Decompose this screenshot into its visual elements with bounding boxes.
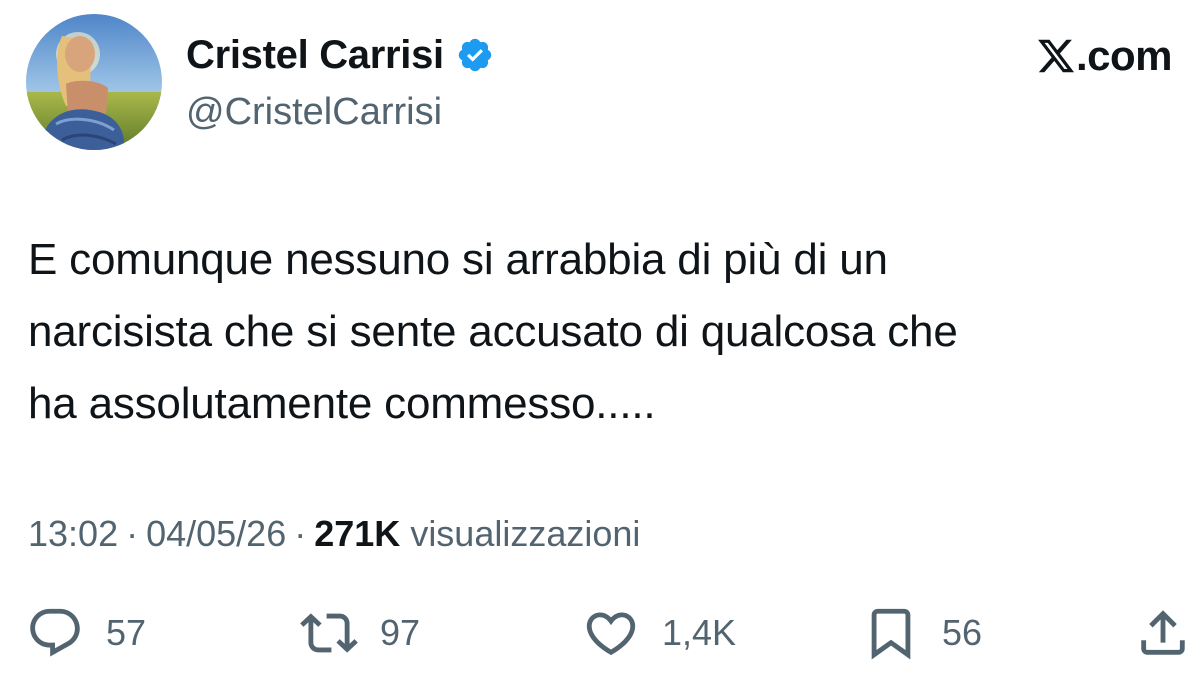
tweet-text: E comunque nessuno si arrabbia di più di… — [28, 224, 1178, 440]
avatar-photo — [26, 14, 162, 150]
retweet-count: 97 — [380, 612, 421, 653]
bookmark-count: 56 — [942, 612, 983, 653]
tweet-text-line: narcisista che si sente accusato di qual… — [28, 307, 958, 356]
views-label: visualizzazioni — [410, 513, 641, 554]
tweet-date[interactable]: 04/05/26 — [146, 513, 286, 554]
retweet-button[interactable]: 97 — [300, 598, 420, 668]
like-button[interactable]: 1,4K — [582, 598, 736, 668]
tweet-text-line: E comunque nessuno si arrabbia di più di… — [28, 235, 888, 284]
x-logo-icon — [1038, 39, 1075, 73]
reply-icon — [30, 608, 80, 657]
meta-separator: · — [294, 513, 307, 554]
tweet-meta: 13:02 · 04/05/26 · 271K visualizzazioni — [28, 508, 640, 560]
avatar[interactable] — [26, 14, 162, 150]
like-count: 1,4K — [662, 612, 737, 653]
reply-button[interactable]: 57 — [26, 598, 146, 668]
tweet-actions-bar: 57 97 1,4K 56 — [0, 598, 1200, 668]
bookmark-button[interactable]: 56 — [862, 598, 982, 668]
bookmark-icon — [871, 608, 911, 660]
meta-separator: · — [126, 513, 139, 554]
author-display-name[interactable]: Cristel Carrisi — [186, 31, 444, 79]
reply-count: 57 — [106, 612, 147, 653]
views-count: 271K — [314, 513, 401, 554]
author-handle[interactable]: @CristelCarrisi — [186, 88, 442, 136]
tweet-time[interactable]: 13:02 — [28, 513, 118, 554]
retweet-icon — [300, 613, 358, 653]
brand-domain-suffix: .com — [1075, 32, 1173, 79]
heart-icon — [586, 612, 636, 656]
author-name-row: Cristel Carrisi — [186, 30, 494, 80]
tweet-text-line: ha assolutamente commesso..... — [28, 379, 656, 428]
verified-badge-icon — [458, 38, 492, 72]
share-icon — [1141, 610, 1185, 655]
share-button[interactable] — [1134, 598, 1192, 668]
brand-logo: .com — [1036, 28, 1173, 84]
